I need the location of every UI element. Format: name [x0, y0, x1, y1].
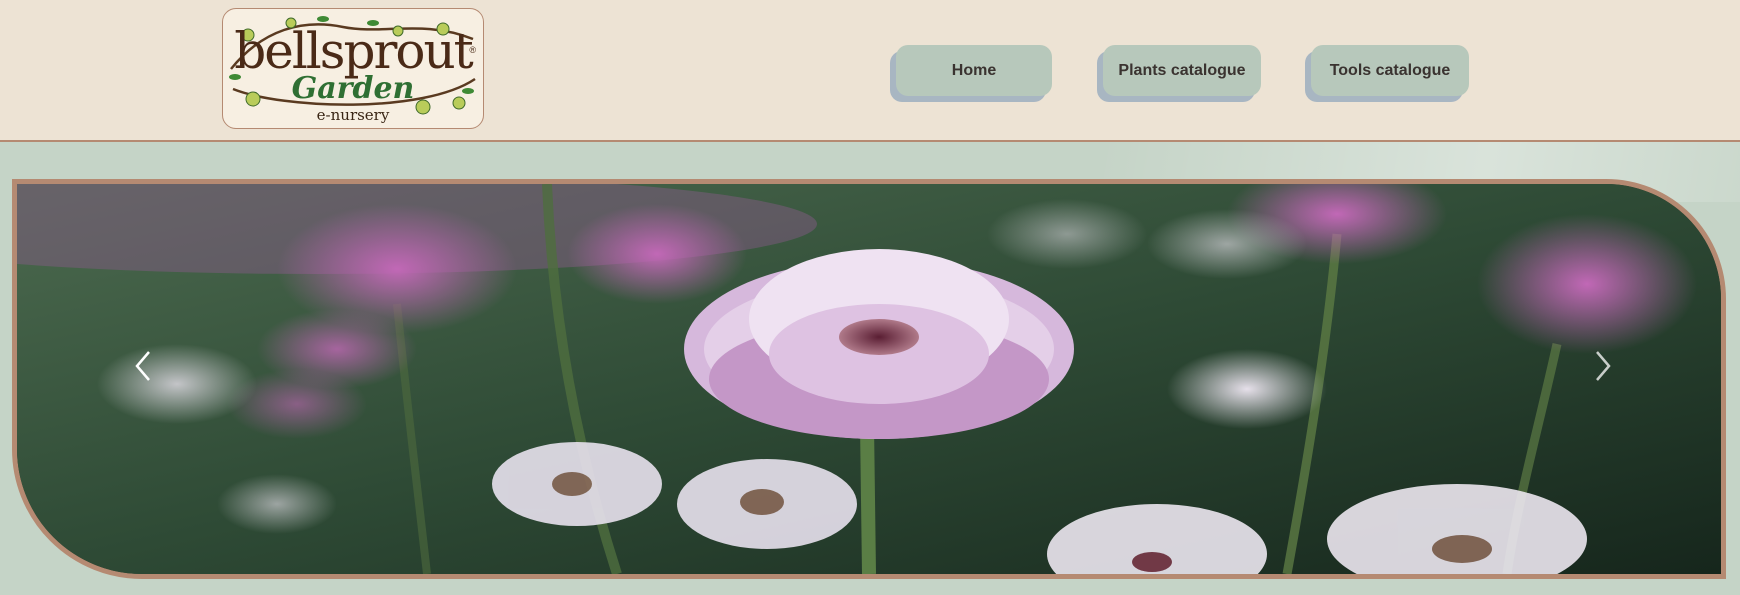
carousel-prev-button[interactable]	[131, 348, 171, 398]
logo-brand-text: bellsprout	[234, 22, 474, 80]
nav-plants-catalogue-button[interactable]: Plants catalogue	[1103, 45, 1261, 96]
chevron-left-icon	[135, 351, 150, 381]
carousel-next-button[interactable]	[1591, 348, 1631, 398]
hero-carousel	[12, 179, 1726, 579]
bellsprout-logo[interactable]: bellsprout Garden e-nursery ®	[222, 8, 484, 129]
nav-tools-catalogue-button[interactable]: Tools catalogue	[1311, 45, 1469, 96]
logo-garden-text: Garden	[291, 71, 415, 106]
flower-garden-photo	[17, 184, 1721, 574]
logo-subtitle: e-nursery	[316, 106, 390, 124]
chevron-right-icon	[1596, 351, 1611, 381]
nav-home-button[interactable]: Home	[896, 45, 1052, 96]
site-header: bellsprout Garden e-nursery ® Home Plant…	[0, 0, 1740, 142]
registered-mark: ®	[469, 45, 476, 55]
